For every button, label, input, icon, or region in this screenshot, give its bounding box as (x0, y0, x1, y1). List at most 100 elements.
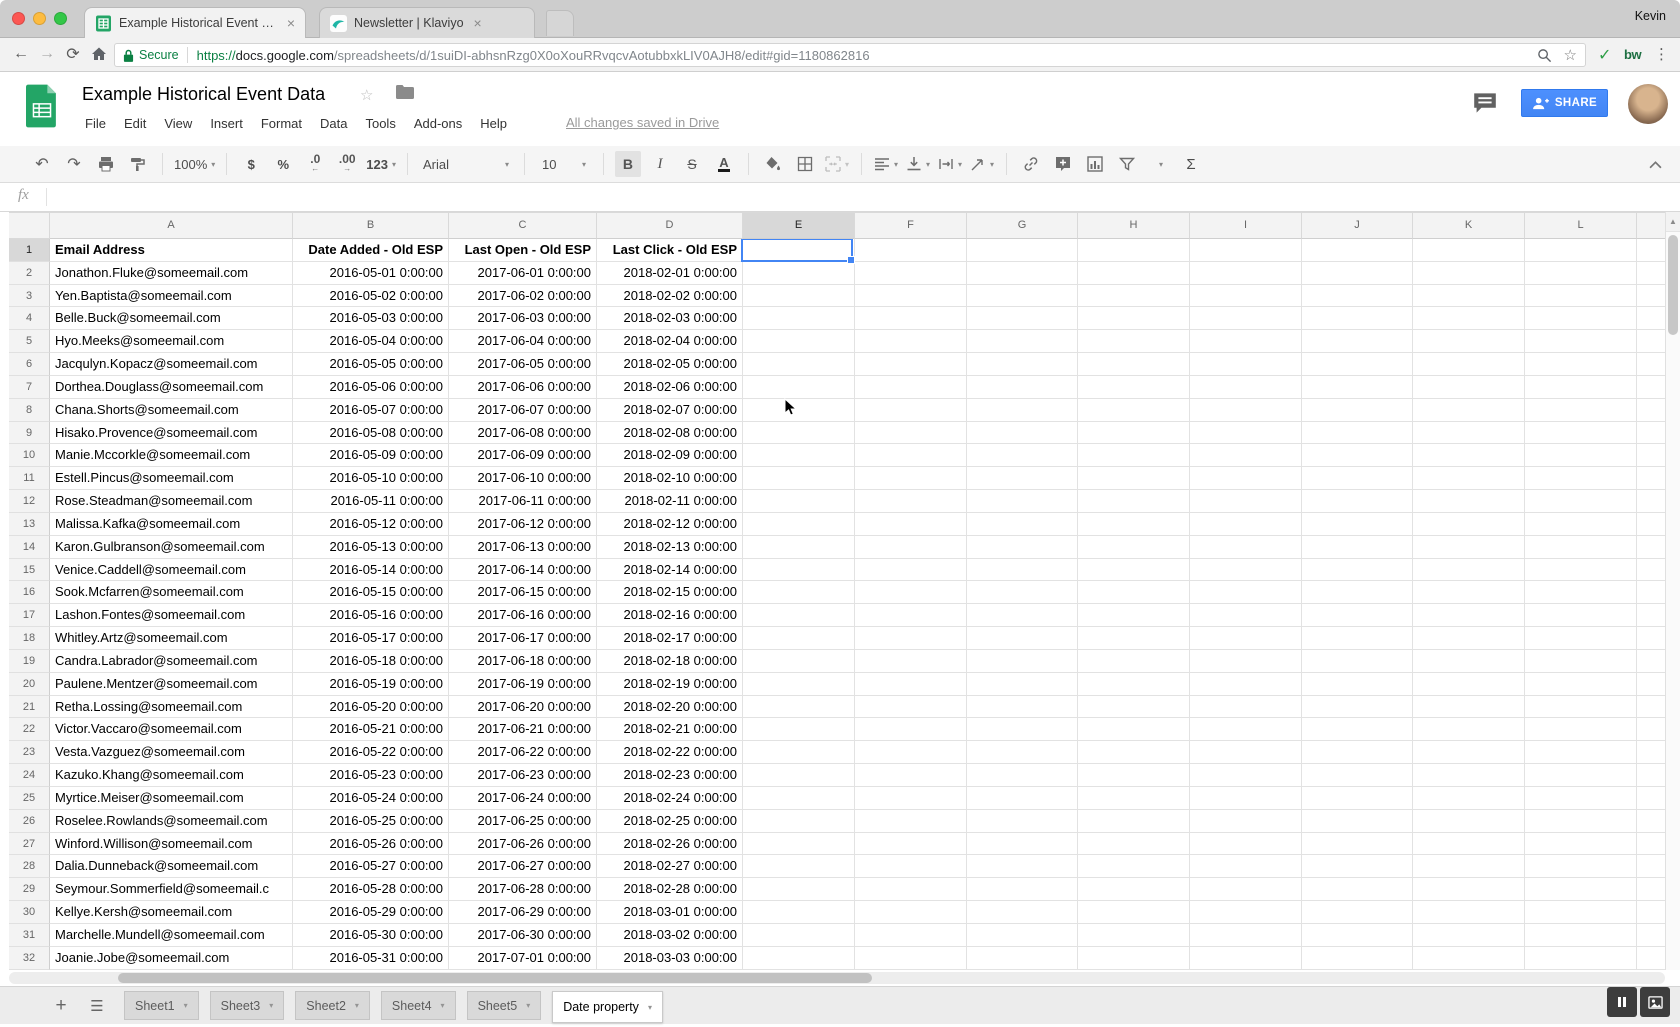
cell-F3[interactable] (855, 285, 967, 308)
menu-data[interactable]: Data (311, 116, 356, 131)
cell-H10[interactable] (1078, 444, 1190, 467)
cell-F16[interactable] (855, 581, 967, 604)
cell-L22[interactable] (1525, 718, 1637, 741)
cell-L20[interactable] (1525, 673, 1637, 696)
cell-F2[interactable] (855, 262, 967, 285)
cell-B25[interactable]: 2016-05-24 0:00:00 (293, 787, 449, 810)
cell-D19[interactable]: 2018-02-18 0:00:00 (597, 650, 743, 673)
cell-A26[interactable]: Roselee.Rowlands@someemail.com (50, 810, 293, 833)
filter-button[interactable] (1114, 151, 1140, 177)
row-header-24[interactable]: 24 (9, 764, 50, 787)
sheet-tab-sheet1[interactable]: Sheet1▾ (124, 991, 199, 1020)
cell-K2[interactable] (1413, 262, 1525, 285)
cell-H11[interactable] (1078, 467, 1190, 490)
row-header-20[interactable]: 20 (9, 673, 50, 696)
cell-G14[interactable] (967, 536, 1078, 559)
cell-F15[interactable] (855, 559, 967, 582)
cell-I22[interactable] (1190, 718, 1302, 741)
cell-partial[interactable] (1637, 513, 1665, 536)
functions-button[interactable]: Σ (1178, 151, 1204, 177)
row-header-26[interactable]: 26 (9, 810, 50, 833)
cell-G8[interactable] (967, 399, 1078, 422)
sheets-logo-icon[interactable] (26, 84, 58, 133)
menu-file[interactable]: File (76, 116, 115, 131)
cell-G10[interactable] (967, 444, 1078, 467)
cell-partial[interactable] (1637, 627, 1665, 650)
cell-E14[interactable] (743, 536, 855, 559)
cell-B4[interactable]: 2016-05-03 0:00:00 (293, 307, 449, 330)
cell-F26[interactable] (855, 810, 967, 833)
cell-E2[interactable] (743, 262, 855, 285)
cell-C8[interactable]: 2017-06-07 0:00:00 (449, 399, 597, 422)
cell-J21[interactable] (1302, 696, 1413, 719)
cell-E10[interactable] (743, 444, 855, 467)
cell-G20[interactable] (967, 673, 1078, 696)
cell-K30[interactable] (1413, 901, 1525, 924)
cell-G3[interactable] (967, 285, 1078, 308)
cell-A22[interactable]: Victor.Vaccaro@someemail.com (50, 718, 293, 741)
cell-D8[interactable]: 2018-02-07 0:00:00 (597, 399, 743, 422)
cell-C5[interactable]: 2017-06-04 0:00:00 (449, 330, 597, 353)
cell-C7[interactable]: 2017-06-06 0:00:00 (449, 376, 597, 399)
cell-partial[interactable] (1637, 581, 1665, 604)
cell-H17[interactable] (1078, 604, 1190, 627)
cell-C15[interactable]: 2017-06-14 0:00:00 (449, 559, 597, 582)
cell-F25[interactable] (855, 787, 967, 810)
cell-E13[interactable] (743, 513, 855, 536)
cell-I7[interactable] (1190, 376, 1302, 399)
cell-G1[interactable] (967, 239, 1078, 262)
cell-A12[interactable]: Rose.Steadman@someemail.com (50, 490, 293, 513)
cell-F22[interactable] (855, 718, 967, 741)
cell-A28[interactable]: Dalia.Dunneback@someemail.com (50, 855, 293, 878)
horizontal-scrollbar-thumb[interactable] (118, 973, 872, 983)
merge-cells-button[interactable]: ▾ (824, 151, 850, 177)
cell-J5[interactable] (1302, 330, 1413, 353)
insert-link-button[interactable] (1018, 151, 1044, 177)
cell-partial[interactable] (1637, 444, 1665, 467)
cell-E7[interactable] (743, 376, 855, 399)
cell-H16[interactable] (1078, 581, 1190, 604)
cell-E11[interactable] (743, 467, 855, 490)
cell-H2[interactable] (1078, 262, 1190, 285)
cell-D23[interactable]: 2018-02-22 0:00:00 (597, 741, 743, 764)
cell-J18[interactable] (1302, 627, 1413, 650)
sheet-tab-sheet3[interactable]: Sheet3▾ (210, 991, 285, 1020)
cell-F24[interactable] (855, 764, 967, 787)
cell-I28[interactable] (1190, 855, 1302, 878)
cell-I5[interactable] (1190, 330, 1302, 353)
cell-D30[interactable]: 2018-03-01 0:00:00 (597, 901, 743, 924)
cell-F12[interactable] (855, 490, 967, 513)
cell-J28[interactable] (1302, 855, 1413, 878)
cell-E17[interactable] (743, 604, 855, 627)
cell-L6[interactable] (1525, 353, 1637, 376)
browser-profile-name[interactable]: Kevin (1635, 9, 1666, 23)
cell-G19[interactable] (967, 650, 1078, 673)
font-size-select[interactable]: 10▾ (536, 151, 592, 177)
cell-L24[interactable] (1525, 764, 1637, 787)
row-header-21[interactable]: 21 (9, 696, 50, 719)
cell-D26[interactable]: 2018-02-25 0:00:00 (597, 810, 743, 833)
cell-E24[interactable] (743, 764, 855, 787)
cell-J22[interactable] (1302, 718, 1413, 741)
cell-F31[interactable] (855, 924, 967, 947)
star-document-icon[interactable]: ☆ (360, 86, 373, 104)
row-header-9[interactable]: 9 (9, 422, 50, 445)
cell-H8[interactable] (1078, 399, 1190, 422)
cell-L1[interactable] (1525, 239, 1637, 262)
cell-F14[interactable] (855, 536, 967, 559)
home-button[interactable] (88, 43, 110, 65)
pause-button[interactable] (1607, 987, 1637, 1017)
cell-L8[interactable] (1525, 399, 1637, 422)
cell-I25[interactable] (1190, 787, 1302, 810)
cell-L25[interactable] (1525, 787, 1637, 810)
cell-G31[interactable] (967, 924, 1078, 947)
cell-C20[interactable]: 2017-06-19 0:00:00 (449, 673, 597, 696)
cell-B9[interactable]: 2016-05-08 0:00:00 (293, 422, 449, 445)
cell-F30[interactable] (855, 901, 967, 924)
cell-I16[interactable] (1190, 581, 1302, 604)
cell-H4[interactable] (1078, 307, 1190, 330)
cell-E21[interactable] (743, 696, 855, 719)
cell-H21[interactable] (1078, 696, 1190, 719)
row-header-32[interactable]: 32 (9, 947, 50, 970)
cell-partial[interactable] (1637, 490, 1665, 513)
